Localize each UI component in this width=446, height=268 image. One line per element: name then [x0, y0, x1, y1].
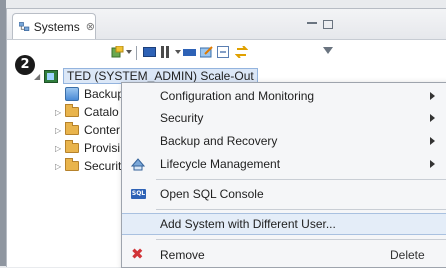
expand-arrow-icon[interactable]: ▷ — [55, 126, 65, 135]
collapse-all-icon[interactable] — [217, 46, 230, 58]
tree-item-label: Catalo — [84, 105, 119, 119]
tree-item-content[interactable]: ▷ Conter — [55, 121, 120, 139]
menu-item-label: Backup and Recovery — [160, 134, 278, 148]
menu-separator — [156, 179, 446, 180]
folder-icon — [65, 104, 79, 117]
menu-item-label: Open SQL Console — [160, 187, 264, 201]
menu-item-label: Configuration and Monitoring — [160, 89, 315, 103]
tree-item-security[interactable]: ▷ Securit — [55, 157, 121, 175]
minimize-icon[interactable] — [307, 22, 317, 24]
menu-item-open-sql-console[interactable]: SQL Open SQL Console — [122, 183, 446, 205]
tree-item-label: Backup — [84, 87, 125, 101]
tree-item-label: Conter — [84, 123, 121, 137]
menu-item-label: Security — [160, 111, 204, 125]
view-tab-bar: Systems ⊗ — [7, 9, 446, 40]
menu-item-label: Lifecycle Management — [160, 157, 281, 171]
systems-view-icon — [19, 21, 30, 31]
expand-arrow-icon[interactable]: ▷ — [55, 162, 65, 171]
menu-item-configuration-and-monitoring[interactable]: Configuration and Monitoring — [122, 85, 446, 107]
folder-icon — [65, 158, 79, 171]
view-toolbar — [7, 40, 446, 66]
remove-icon: ✖ — [131, 245, 144, 263]
filter-dropdown-icon[interactable] — [175, 50, 181, 54]
filter-icon[interactable] — [160, 46, 173, 58]
tree-item-catalog[interactable]: ▷ Catalo — [55, 103, 119, 121]
context-menu: Configuration and Monitoring Security Ba… — [121, 82, 446, 268]
tree-item-provisioning[interactable]: ▷ Provisi — [55, 139, 120, 157]
menu-item-lifecycle-management[interactable]: Lifecycle Management — [122, 153, 446, 175]
submenu-arrow-icon — [430, 114, 435, 122]
sql-icon: SQL — [131, 189, 146, 199]
menu-item-security[interactable]: Security — [122, 107, 446, 129]
folder-icon — [65, 140, 79, 153]
menu-separator — [156, 239, 446, 240]
tree-item-backup[interactable]: Backup — [55, 85, 124, 103]
open-sql-console-icon[interactable] — [143, 46, 156, 58]
systems-tab[interactable]: Systems ⊗ — [12, 13, 96, 39]
menu-item-add-system-with-different-user[interactable]: Add System with Different User... — [122, 213, 446, 235]
menu-separator — [156, 209, 446, 210]
add-system-icon[interactable] — [111, 46, 124, 58]
toolbar-separator — [136, 46, 137, 60]
lifecycle-icon — [131, 158, 145, 171]
add-system-dropdown-icon[interactable] — [126, 50, 132, 54]
system-icon — [44, 69, 58, 83]
edit-icon[interactable] — [200, 46, 213, 58]
tree-item-label: Securit — [84, 159, 122, 173]
maximize-icon[interactable] — [323, 20, 333, 29]
tab-close-icon[interactable]: ⊗ — [86, 20, 95, 33]
submenu-arrow-icon — [430, 160, 435, 168]
submenu-arrow-icon — [430, 92, 435, 100]
menu-item-label: Add System with Different User... — [160, 217, 336, 231]
menu-shortcut: Delete — [390, 248, 425, 262]
view-menu-icon[interactable] — [323, 47, 333, 54]
submenu-arrow-icon — [430, 137, 435, 145]
callout-badge: 2 — [15, 55, 35, 75]
tree-item-label: Provisi — [84, 141, 121, 155]
expand-arrow-icon[interactable]: ▷ — [55, 144, 65, 153]
menu-item-backup-and-recovery[interactable]: Backup and Recovery — [122, 130, 446, 152]
backup-icon — [65, 87, 79, 101]
sql-icon[interactable] — [183, 46, 196, 58]
collapse-arrow-icon[interactable]: ◢ — [34, 72, 44, 81]
menu-item-label: Remove — [160, 248, 205, 262]
menu-item-remove[interactable]: ✖ Remove Delete — [122, 244, 446, 266]
expand-arrow-icon[interactable]: ▷ — [55, 108, 65, 117]
link-with-editor-icon[interactable] — [235, 46, 248, 58]
folder-icon — [65, 122, 79, 135]
tab-title: Systems — [33, 19, 80, 34]
